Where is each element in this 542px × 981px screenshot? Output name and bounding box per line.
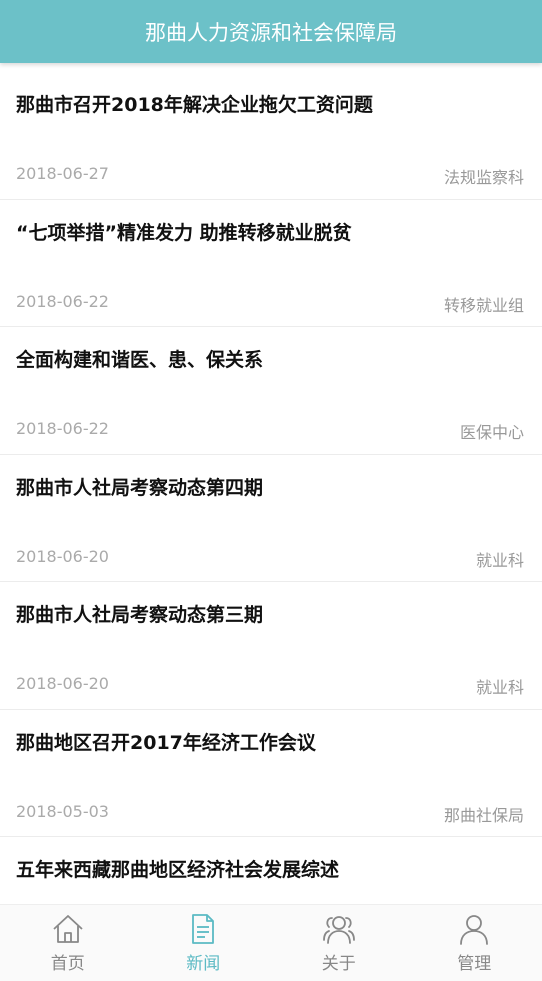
- news-item[interactable]: “七项举措”精准发力 助推转移就业脱贫 2018-06-22 转移就业组: [0, 200, 542, 327]
- news-title: 全面构建和谐医、患、保关系: [16, 349, 264, 371]
- tab-about-label: 关于: [321, 954, 356, 974]
- news-item[interactable]: 那曲市召开2018年解决企业拖欠工资问题 2018-06-27 法规监察科: [0, 72, 542, 200]
- news-department: 就业科: [475, 550, 524, 570]
- news-title: 那曲市召开2018年解决企业拖欠工资问题: [16, 94, 373, 116]
- news-department: 就业科: [475, 678, 524, 697]
- news-department: 医保中心: [459, 423, 524, 442]
- news-item[interactable]: 全面构建和谐医、患、保关系 2018-06-22 医保中心: [0, 327, 542, 455]
- news-item[interactable]: 那曲市人社局考察动态第三期 2018-06-20 就业科: [0, 582, 542, 710]
- news-date: 2018-06-22: [16, 291, 109, 311]
- news-date: 2018-06-20: [16, 674, 109, 693]
- bottom-tab-bar: 首页 新闻 关于 管理: [0, 904, 542, 981]
- app-header: 那曲人力资源和社会保障局: [0, 0, 542, 63]
- page-title: 那曲人力资源和社会保障局: [145, 20, 397, 45]
- tab-manage[interactable]: 管理: [407, 905, 542, 981]
- tab-manage-label: 管理: [457, 954, 492, 974]
- news-department: 那曲社保局: [443, 805, 524, 825]
- news-date: 2018-06-20: [16, 546, 109, 566]
- news-item[interactable]: 那曲地区召开2017年经济工作会议 2018-05-03 那曲社保局: [0, 710, 542, 837]
- tab-news[interactable]: 新闻: [136, 905, 272, 981]
- tab-home-label: 首页: [50, 954, 85, 974]
- news-date: 2018-06-27: [16, 164, 109, 183]
- news-department: 转移就业组: [443, 295, 524, 315]
- news-date: 2018-06-22: [16, 419, 109, 438]
- tab-about[interactable]: 关于: [271, 905, 407, 981]
- news-title: 五年来西藏那曲地区经济社会发展综述: [16, 859, 340, 881]
- news-date: 2018-05-03: [16, 801, 109, 821]
- news-title: 那曲市人社局考察动态第四期: [16, 476, 264, 499]
- tab-news-label: 新闻: [186, 954, 221, 974]
- news-title: “七项举措”精准发力 助推转移就业脱贫: [16, 221, 352, 244]
- news-department: 法规监察科: [443, 168, 524, 187]
- news-item[interactable]: 那曲市人社局考察动态第四期 2018-06-20 就业科: [0, 455, 542, 582]
- tab-home[interactable]: 首页: [0, 905, 136, 981]
- news-title: 那曲市人社局考察动态第三期: [16, 604, 264, 626]
- news-title: 那曲地区召开2017年经济工作会议: [16, 731, 316, 754]
- news-document-icon: [192, 914, 215, 944]
- home-icon: [53, 915, 83, 943]
- people-group-icon: [322, 916, 355, 944]
- user-icon: [460, 915, 489, 945]
- news-list: 那曲市召开2018年解决企业拖欠工资问题 2018-06-27 法规监察科 “七…: [0, 72, 542, 965]
